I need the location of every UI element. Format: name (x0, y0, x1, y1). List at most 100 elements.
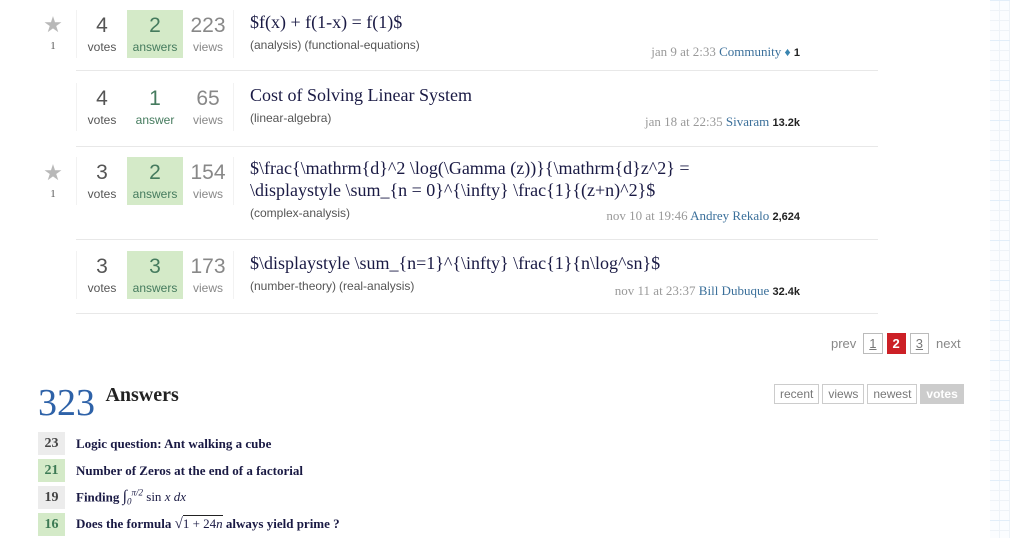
user-link[interactable]: Bill Dubuque (699, 283, 769, 298)
question-stats: 3 votes 2 answers 154 views (76, 157, 234, 205)
answers-label: answer (135, 113, 175, 127)
list-item: 23 Logic question: Ant walking a cube (38, 430, 340, 457)
tab-views[interactable]: views (822, 384, 865, 404)
question-title-line: $\frac{\mathrm{d}^2 \log(\Gamma (z))}{\m… (250, 158, 690, 178)
tag-link[interactable]: (linear-algebra) (250, 111, 331, 125)
votes-label: votes (87, 187, 117, 201)
question-stats: 4 votes 1 answer 65 views (76, 83, 234, 131)
answers-count: 1 (149, 87, 161, 110)
question-list: ★ 1 4 votes 2 answers 223 views $f(x) + … (38, 0, 878, 314)
answer-title-link[interactable]: Number of Zeros at the end of a factoria… (76, 463, 303, 479)
answers-stat: 1 answer (127, 83, 183, 131)
views-stat: 173 views (183, 251, 233, 299)
answer-title-link[interactable]: Does the formula √1 + 24n always yield p… (76, 515, 340, 533)
reputation: 1 (793, 47, 800, 59)
question-row: ★ 1 3 votes 2 answers 154 views $\frac{\… (43, 147, 878, 240)
list-item: 16 Does the formula √1 + 24n always yiel… (38, 511, 340, 538)
answer-title-link[interactable]: Logic question: Ant walking a cube (76, 436, 271, 452)
votes-count: 3 (96, 161, 108, 184)
diamond-icon: ♦ (784, 45, 791, 59)
answer-sort-tabs: recent views newest votes (774, 384, 964, 404)
favorite-count: 1 (50, 40, 56, 52)
timestamp: nov 10 at 19:46 (606, 208, 688, 223)
question-title-link[interactable]: Cost of Solving Linear System (250, 84, 878, 106)
views-label: views (192, 113, 223, 127)
user-link[interactable]: Community (719, 44, 781, 59)
pager-page-current[interactable]: 2 (886, 333, 906, 354)
answers-label: answers (132, 40, 178, 54)
star-icon[interactable]: ★ (38, 14, 68, 36)
favorite-box: ★ 1 (38, 162, 68, 201)
timestamp: jan 9 at 2:33 (651, 44, 716, 59)
reputation: 32.4k (772, 286, 800, 298)
graph-paper-background (990, 0, 1010, 538)
question-title-link[interactable]: $f(x) + f(1-x) = f(1)$ (250, 11, 878, 33)
pager-prev[interactable]: prev (831, 336, 856, 351)
question-meta: jan 9 at 2:33 Community ♦ 1 (651, 44, 800, 60)
user-link[interactable]: Andrey Rekalo (690, 208, 769, 223)
question-row: 4 votes 1 answer 65 views Cost of Solvin… (76, 71, 878, 147)
answer-title-text: Finding (76, 489, 120, 505)
answer-title-text: Does the formula (76, 516, 172, 531)
votes-stat: 4 votes (77, 83, 127, 131)
pager-next[interactable]: next (936, 336, 961, 351)
answer-score: 16 (38, 513, 65, 536)
tab-newest[interactable]: newest (867, 384, 918, 404)
votes-count: 3 (96, 255, 108, 278)
question-title-link[interactable]: $\frac{\mathrm{d}^2 \log(\Gamma (z))}{\m… (250, 157, 878, 201)
tag-link[interactable]: (analysis) (250, 38, 301, 52)
tag-link[interactable]: (real-analysis) (339, 279, 414, 293)
views-count: 173 (190, 255, 226, 278)
votes-stat: 4 votes (77, 10, 127, 58)
votes-stat: 3 votes (77, 251, 127, 299)
tab-recent[interactable]: recent (774, 384, 820, 404)
question-row: 3 votes 3 answers 173 views $\displaysty… (76, 240, 878, 314)
votes-count: 4 (96, 87, 108, 110)
votes-label: votes (87, 113, 117, 127)
views-count: 65 (196, 87, 220, 110)
question-title-link[interactable]: $\displaystyle \sum_{n=1}^{\infty} \frac… (250, 252, 878, 274)
question-meta: jan 18 at 22:35 Sivaram 13.2k (645, 114, 800, 130)
tag-link[interactable]: (complex-analysis) (250, 206, 350, 220)
answers-label: answers (132, 281, 178, 295)
user-link[interactable]: Sivaram (726, 114, 769, 129)
answers-stat: 2 answers (127, 10, 183, 58)
answers-count: 3 (149, 255, 161, 278)
answer-title-link[interactable]: Finding ∫0π/2 sin x dx (76, 488, 186, 507)
timestamp: jan 18 at 22:35 (645, 114, 723, 129)
answers-label: answers (132, 187, 178, 201)
answer-score: 21 (38, 459, 65, 482)
views-count: 223 (190, 14, 226, 37)
views-label: views (192, 187, 223, 201)
question-title-line: \displaystyle \sum_{n = 0}^{\infty} \fra… (250, 180, 656, 200)
answers-heading: Answers (105, 384, 179, 406)
tag-link[interactable]: (number-theory) (250, 279, 336, 293)
answer-list: 23 Logic question: Ant walking a cube 21… (38, 430, 340, 538)
timestamp: nov 11 at 23:37 (614, 283, 696, 298)
pager-page-3[interactable]: 3 (909, 333, 929, 354)
votes-count: 4 (96, 14, 108, 37)
question-meta: nov 10 at 19:46 Andrey Rekalo 2,624 (606, 208, 800, 224)
star-icon[interactable]: ★ (38, 162, 68, 184)
views-stat: 154 views (183, 157, 233, 205)
question-stats: 4 votes 2 answers 223 views (76, 10, 234, 58)
tag-link[interactable]: (functional-equations) (304, 38, 419, 52)
answer-title-text: always yield prime ? (225, 516, 340, 531)
pager-page-1[interactable]: 1 (863, 333, 883, 354)
answer-score: 19 (38, 486, 65, 509)
views-count: 154 (190, 161, 226, 184)
reputation: 13.2k (772, 117, 800, 129)
answers-stat: 3 answers (127, 251, 183, 299)
reputation: 2,624 (772, 211, 800, 223)
votes-label: votes (87, 281, 117, 295)
favorite-count: 1 (50, 188, 56, 200)
tab-votes[interactable]: votes (920, 384, 964, 404)
list-item: 21 Number of Zeros at the end of a facto… (38, 457, 340, 484)
votes-label: votes (87, 40, 117, 54)
answers-stat: 2 answers (127, 157, 183, 205)
votes-stat: 3 votes (77, 157, 127, 205)
answers-count: 2 (149, 14, 161, 37)
answers-total: 323 (38, 382, 95, 424)
favorite-box: ★ 1 (38, 14, 68, 53)
answer-score: 23 (38, 432, 65, 455)
